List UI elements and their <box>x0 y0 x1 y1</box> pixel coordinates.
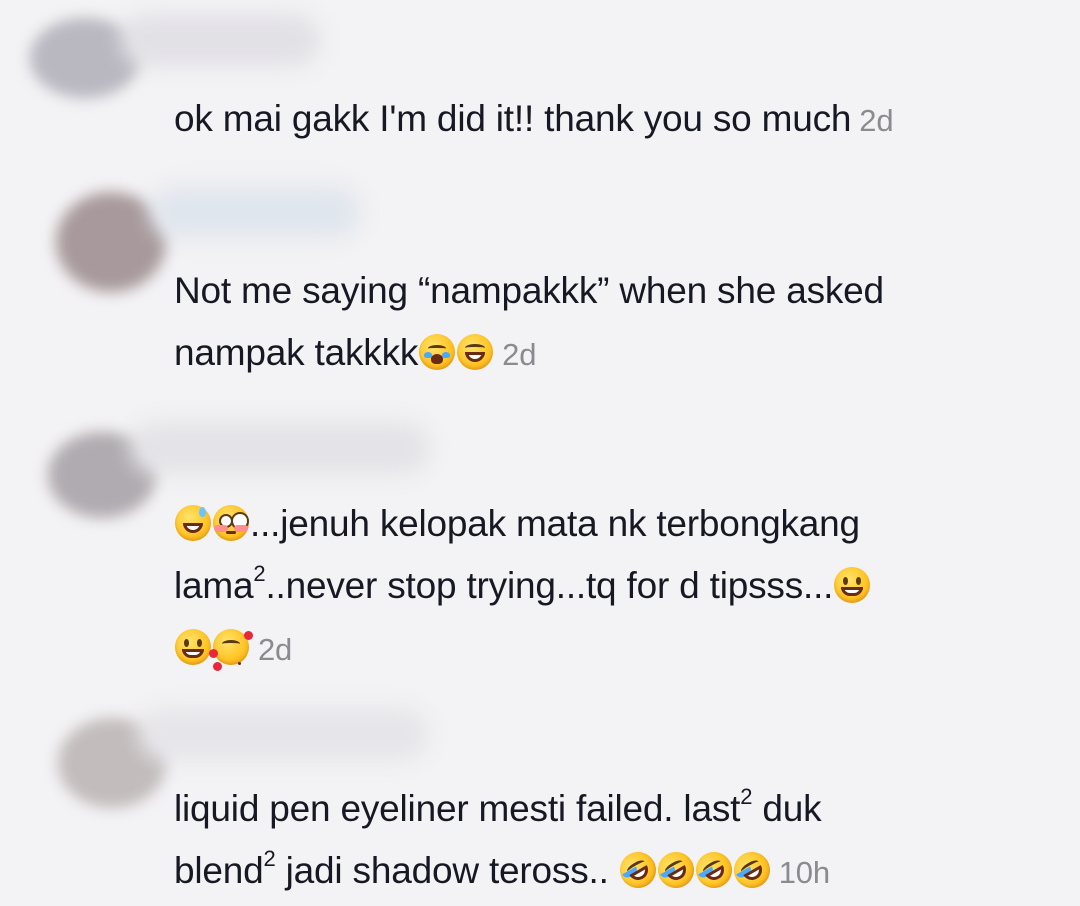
comment-body: lama <box>174 565 254 606</box>
comment-feed: ok mai gakk I'm did it!! thank you so mu… <box>0 0 1080 906</box>
comment-text: ...jenuh kelopak mata nk terbongkang lam… <box>174 493 1054 681</box>
grinning-face-with-sweat-icon <box>175 505 211 541</box>
comment-body: jadi shadow teross.. <box>275 850 619 891</box>
beaming-face-icon <box>834 567 871 603</box>
rolling-on-the-floor-laughing-icon <box>689 845 739 895</box>
comment-line: Not me saying “nampakkk” when she asked <box>174 270 884 311</box>
comment-timestamp: 2d <box>502 337 537 372</box>
comment-text: Not me saying “nampakkk” when she asked … <box>174 260 1054 386</box>
comment-line: lama2..never stop trying...tq for d tips… <box>174 555 1054 617</box>
comment-body: liquid pen eyeliner mesti failed. last <box>174 788 741 829</box>
comment-timestamp: 10h <box>778 855 830 890</box>
face-with-tears-of-joy-icon <box>457 334 494 370</box>
superscript: 2 <box>253 560 266 586</box>
comment-body: ..never stop trying...tq for d tipsss... <box>265 565 834 606</box>
username-blurred[interactable] <box>150 186 360 238</box>
flushed-face-icon <box>213 505 249 541</box>
username-blurred[interactable] <box>130 422 430 474</box>
username-blurred[interactable] <box>120 14 320 66</box>
comment-line: blend2 jadi shadow teross.. 10h <box>174 840 1054 904</box>
rolling-on-the-floor-laughing-icon <box>613 845 663 895</box>
comment-body: nampak takkkk <box>174 332 419 373</box>
comment-body: ok mai gakk I'm did it!! thank you so mu… <box>174 98 852 139</box>
beaming-face-icon <box>175 629 211 665</box>
comment-line: nampak takkkk 2d <box>174 322 1054 386</box>
username-blurred[interactable] <box>138 708 428 760</box>
superscript: 2 <box>263 845 276 871</box>
comment-body: ...jenuh kelopak mata nk terbongkang <box>250 503 860 544</box>
comment-body: blend <box>174 850 264 891</box>
smiling-face-with-hearts-icon <box>209 629 249 665</box>
comment-text: liquid pen eyeliner mesti failed. last2 … <box>174 778 1054 904</box>
loudly-crying-face-icon <box>419 334 456 370</box>
comment-body: duk <box>752 788 822 829</box>
comment-line: 2d <box>174 617 1054 681</box>
comment-timestamp: 2d <box>258 632 293 667</box>
comment-text: ok mai gakk I'm did it!! thank you so mu… <box>174 88 1054 152</box>
comment-line: liquid pen eyeliner mesti failed. last2 … <box>174 778 1054 840</box>
rolling-on-the-floor-laughing-icon <box>727 845 777 895</box>
comment-line: ...jenuh kelopak mata nk terbongkang <box>174 493 1054 555</box>
superscript: 2 <box>740 783 753 809</box>
comment-timestamp: 2d <box>859 103 894 138</box>
rolling-on-the-floor-laughing-icon <box>651 845 701 895</box>
